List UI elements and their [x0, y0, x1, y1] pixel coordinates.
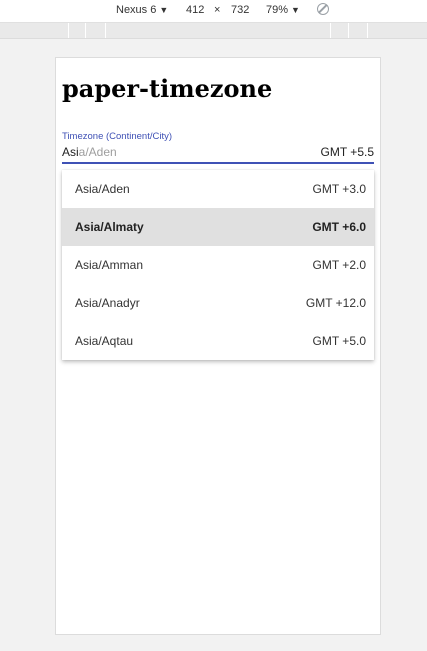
timezone-option[interactable]: Asia/Anadyr GMT +12.0 — [62, 284, 374, 322]
option-name: Asia/Aden — [75, 182, 130, 196]
zoom-select[interactable]: 79% ▼ — [266, 4, 300, 16]
autocomplete-hint: a/Aden — [78, 145, 117, 159]
timezone-dropdown: Asia/Aden GMT +3.0 Asia/Almaty GMT +6.0 … — [62, 170, 374, 360]
option-offset: GMT +12.0 — [305, 296, 366, 310]
ruler-tick — [348, 23, 349, 38]
option-name: Asia/Amman — [75, 258, 144, 272]
dropdown-arrow-icon: ▼ — [291, 5, 300, 15]
selected-offset: GMT +5.5 — [320, 145, 374, 159]
option-name: Asia/Aqtau — [75, 334, 134, 348]
ruler-tick — [105, 23, 106, 38]
timezone-option[interactable]: Asia/Aden GMT +3.0 — [62, 170, 374, 208]
width-input[interactable]: 412 — [186, 4, 204, 16]
dropdown-arrow-icon: ▼ — [159, 5, 169, 15]
height-input[interactable]: 732 — [231, 4, 249, 16]
device-name: Nexus 6 — [116, 4, 157, 16]
timezone-field-label: Timezone (Continent/City) — [62, 131, 172, 142]
device-toolbar: Nexus 6 ▼ 412 × 732 79% ▼ — [0, 0, 427, 23]
timezone-option-selected[interactable]: Asia/Almaty GMT +6.0 — [62, 208, 374, 246]
option-offset: GMT +6.0 — [312, 220, 366, 234]
option-offset: GMT +3.0 — [312, 182, 366, 196]
ruler-tick — [367, 23, 368, 38]
ruler-tick — [85, 23, 86, 38]
option-offset: GMT +5.0 — [312, 334, 366, 348]
typed-text: Asi — [62, 145, 79, 159]
ruler-tick — [330, 23, 331, 38]
option-name: Asia/Anadyr — [75, 296, 140, 310]
zoom-value: 79% — [266, 4, 289, 16]
option-name: Asia/Almaty — [75, 220, 144, 234]
timezone-option[interactable]: Asia/Aqtau GMT +5.0 — [62, 322, 374, 360]
device-viewport: paper-timezone Timezone (Continent/City)… — [55, 57, 381, 635]
option-offset: GMT +2.0 — [312, 258, 366, 272]
ruler-tick — [68, 23, 69, 38]
timezone-option[interactable]: Asia/Amman GMT +2.0 — [62, 246, 374, 284]
timezone-input[interactable]: Asia/Aden GMT +5.5 — [62, 142, 374, 164]
times-separator: × — [214, 4, 221, 16]
device-select[interactable]: Nexus 6 ▼ — [116, 4, 168, 16]
rotate-icon[interactable] — [317, 3, 329, 15]
media-query-ruler — [0, 23, 427, 39]
page-title: paper-timezone — [62, 74, 273, 103]
